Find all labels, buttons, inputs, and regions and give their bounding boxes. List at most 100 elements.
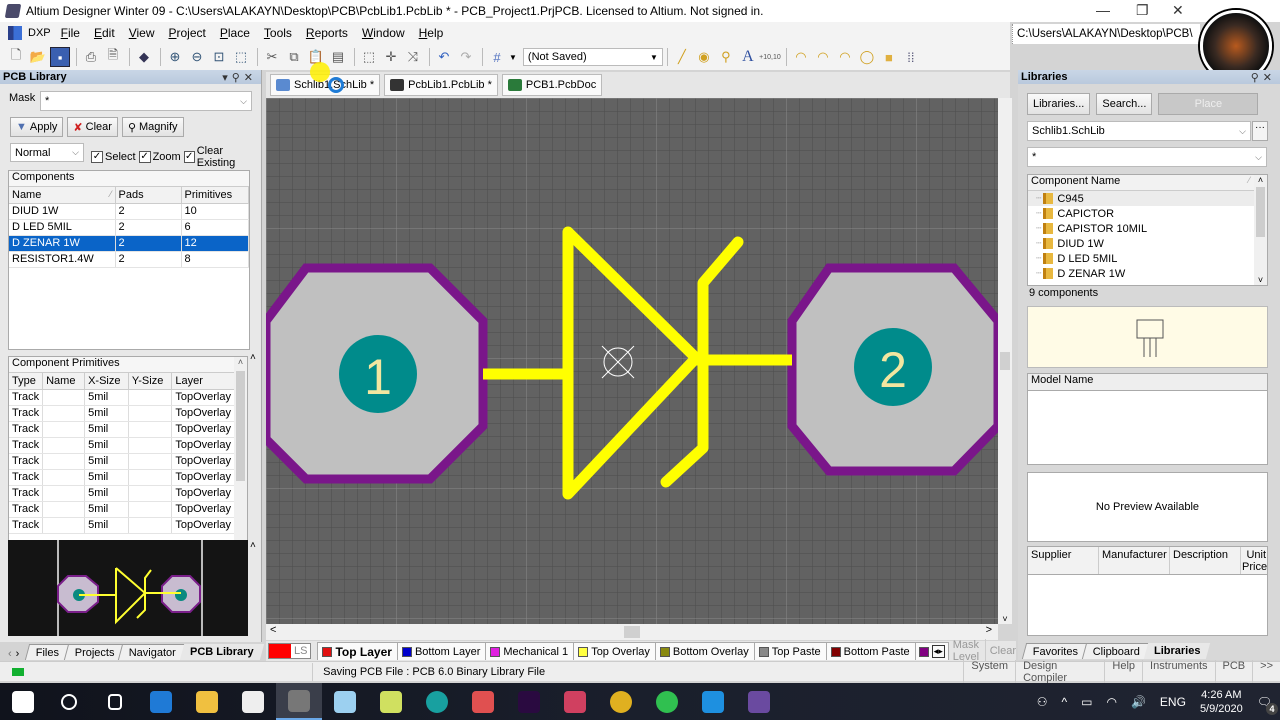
language-indicator[interactable]: ENG xyxy=(1160,695,1186,709)
scroll-thumb[interactable] xyxy=(624,626,640,638)
layer-tab-bottom-overlay[interactable]: Bottom Overlay xyxy=(654,642,756,660)
library-component-item[interactable]: ┄ C945 xyxy=(1028,191,1254,206)
arc-any-icon[interactable]: ◠ xyxy=(835,47,855,67)
clear-button[interactable]: ✘ Clear xyxy=(67,117,118,137)
copy-icon[interactable]: ⧉ xyxy=(284,47,304,67)
status-button-instruments[interactable]: Instruments xyxy=(1142,659,1214,684)
scroll-down-icon[interactable]: ˅ xyxy=(1254,275,1267,285)
volume-icon[interactable]: 🔊 xyxy=(1131,695,1146,709)
menu-reports[interactable]: Reports xyxy=(306,26,348,40)
libraries-button[interactable]: Libraries... xyxy=(1027,93,1091,115)
line-icon[interactable]: ╱ xyxy=(672,47,692,67)
project-path-combo[interactable]: C:\Users\ALAKAYN\Desktop\PCB\▼ xyxy=(1012,24,1206,44)
app-cube-taskbar-button[interactable] xyxy=(322,683,368,720)
notification-center-icon[interactable]: 🗨 4 xyxy=(1257,695,1278,715)
menu-place[interactable]: Place xyxy=(220,26,250,40)
mail-taskbar-button[interactable] xyxy=(690,683,736,720)
component-row[interactable]: D LED 5MIL 2 6 xyxy=(9,219,249,236)
zoom-fit-icon[interactable]: ⊡ xyxy=(209,47,229,67)
canvas-horizontal-scrollbar[interactable]: < > xyxy=(266,624,998,640)
layer-tab-top-paste[interactable]: Top Paste xyxy=(753,642,828,660)
string-icon[interactable]: A xyxy=(738,47,758,67)
tab-clipboard[interactable]: Clipboard xyxy=(1082,643,1152,659)
arc-edge-icon[interactable]: ◠ xyxy=(813,47,833,67)
print-icon[interactable]: ⎙ xyxy=(81,47,101,67)
tab-libraries[interactable]: Libraries xyxy=(1144,643,1211,659)
menu-edit[interactable]: Edit xyxy=(94,26,115,40)
menu-dxp[interactable]: DXP xyxy=(8,26,51,40)
tab-scroll-left-icon[interactable]: ‹ xyxy=(8,648,12,660)
scroll-up-icon[interactable]: ˄ xyxy=(234,357,247,367)
component-name-header[interactable]: Component Name ⁄ xyxy=(1028,175,1254,191)
coordinate-icon[interactable]: +10,10 xyxy=(759,47,781,67)
column-manufacturer[interactable]: Manufacturer xyxy=(1099,547,1170,574)
column-description[interactable]: Description xyxy=(1170,547,1241,574)
library-component-item[interactable]: ┄ D ZENAR 1W xyxy=(1028,266,1254,281)
minimize-button[interactable]: — xyxy=(1096,2,1110,18)
fill-icon[interactable]: ■ xyxy=(879,47,899,67)
new-icon[interactable]: 🗋 xyxy=(6,47,26,67)
grid-icon[interactable]: # xyxy=(487,47,507,67)
tab-favorites[interactable]: Favorites xyxy=(1021,643,1090,659)
menu-file[interactable]: File xyxy=(61,26,80,40)
primitive-row[interactable]: Track 5mil TopOverlay xyxy=(9,517,235,534)
search-button[interactable]: Search... xyxy=(1096,93,1153,115)
primitive-row[interactable]: Track 5mil TopOverlay xyxy=(9,437,235,454)
component-row-selected[interactable]: D ZENAR 1W 2 12 xyxy=(9,235,249,252)
scroll-thumb[interactable] xyxy=(1256,187,1265,237)
camera-app-taskbar-button[interactable] xyxy=(460,683,506,720)
status-button-system[interactable]: System xyxy=(963,659,1015,684)
chrome-taskbar-button[interactable] xyxy=(598,683,644,720)
edge-taskbar-button[interactable] xyxy=(138,683,184,720)
arduino-taskbar-button[interactable] xyxy=(414,683,460,720)
3d-view-icon[interactable]: ◆ xyxy=(134,47,154,67)
model-name-header[interactable]: Model Name xyxy=(1028,374,1267,391)
column-y-size[interactable]: Y-Size xyxy=(128,373,173,390)
variant-combo[interactable]: (Not Saved) ▼ xyxy=(522,48,663,66)
avr-taskbar-button[interactable] xyxy=(368,683,414,720)
scroll-thumb[interactable] xyxy=(236,371,245,481)
status-button-pcb[interactable]: PCB xyxy=(1214,659,1253,684)
scroll-thumb[interactable] xyxy=(1000,352,1010,370)
via-icon[interactable]: ⚲ xyxy=(716,47,736,67)
library-component-item[interactable]: ┄ CAPISTOR 10MIL xyxy=(1028,221,1254,236)
current-layer-color[interactable]: LS xyxy=(268,643,312,659)
scroll-left-icon[interactable]: < xyxy=(270,624,276,636)
altium-taskbar-button[interactable] xyxy=(276,683,322,720)
column-supplier[interactable]: Supplier xyxy=(1028,547,1099,574)
component-row[interactable]: DIUD 1W 2 10 xyxy=(9,203,249,220)
status-button-help[interactable]: Help xyxy=(1104,659,1142,684)
column-type[interactable]: Type xyxy=(9,373,44,390)
tab-scroll-right-icon[interactable]: › xyxy=(16,648,20,660)
pcb-canvas-svg[interactable]: 1 2 xyxy=(266,98,998,624)
menu-tools[interactable]: Tools xyxy=(264,26,292,40)
layer-tab-more[interactable]: ◂▸ xyxy=(914,642,949,660)
print-preview-icon[interactable]: 🗎 xyxy=(103,47,123,67)
layer-tab-top-layer[interactable]: Top Layer xyxy=(317,642,399,660)
primitive-row[interactable]: Track 5mil TopOverlay xyxy=(9,389,235,406)
layer-tab-bottom-layer[interactable]: Bottom Layer xyxy=(396,642,488,660)
primitive-row[interactable]: Track 5mil TopOverlay xyxy=(9,501,235,518)
clear-mask-button[interactable]: Clear xyxy=(990,645,1016,657)
status-button-design-compiler[interactable]: Design Compiler xyxy=(1015,659,1104,684)
menu-view[interactable]: View xyxy=(129,26,155,40)
full-circle-icon[interactable]: ◯ xyxy=(857,47,877,67)
premiere-taskbar-button[interactable] xyxy=(506,683,552,720)
apply-button[interactable]: ▼ Apply xyxy=(10,117,64,137)
wifi-icon[interactable]: ◠ xyxy=(1106,695,1116,709)
tab-navigator[interactable]: Navigator xyxy=(118,644,188,660)
search-circle-taskbar-button[interactable] xyxy=(46,683,92,720)
column-x-size[interactable]: X-Size xyxy=(84,373,129,390)
pin-icon[interactable]: ⚲ xyxy=(1251,72,1263,84)
store-taskbar-button[interactable] xyxy=(230,683,276,720)
redo-icon[interactable]: ↷ xyxy=(456,47,476,67)
library-more-button[interactable]: ··· xyxy=(1252,121,1268,141)
rubber-stamp-icon[interactable]: ▤ xyxy=(328,47,348,67)
primitive-row[interactable]: Track 5mil TopOverlay xyxy=(9,405,235,422)
pcb-canvas[interactable]: 1 2 xyxy=(266,98,998,624)
mode-select[interactable]: Normal ⌵ xyxy=(10,143,84,162)
zoom-out-icon[interactable]: ⊖ xyxy=(187,47,207,67)
task-view-taskbar-button[interactable] xyxy=(92,683,138,720)
start-taskbar-button[interactable] xyxy=(0,683,46,720)
status-button--[interactable]: >> xyxy=(1252,659,1280,684)
